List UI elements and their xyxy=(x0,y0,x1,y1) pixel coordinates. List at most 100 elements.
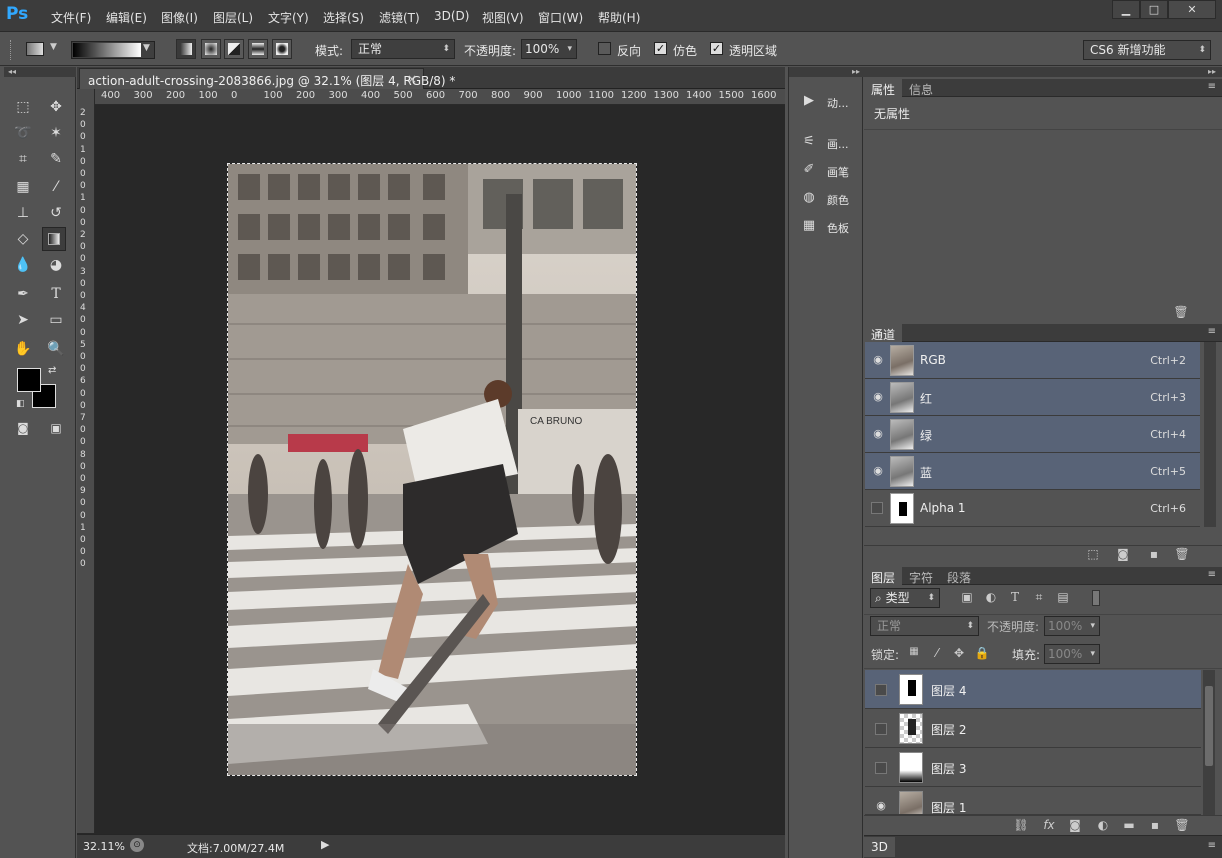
menu-help[interactable]: 帮助(H) xyxy=(598,9,640,26)
mode-select[interactable]: 正常 ⬍ xyxy=(351,39,455,59)
minimize-button[interactable]: ▁ xyxy=(1112,0,1140,19)
canvas-image[interactable]: CA BRUNO xyxy=(227,163,637,776)
layer-row[interactable]: 图层 2 xyxy=(865,709,1201,748)
pen-tool-icon[interactable]: ✒ xyxy=(11,282,35,306)
reverse-checkbox[interactable] xyxy=(598,42,611,55)
history-brush-tool-icon[interactable]: ↺ xyxy=(44,201,68,225)
panel-menu-icon[interactable]: ≡ xyxy=(1208,326,1216,337)
trash-icon[interactable]: 🗑 xyxy=(1172,305,1190,321)
menu-file[interactable]: 文件(F) xyxy=(51,9,91,26)
type-layer-filter-icon[interactable]: T xyxy=(1006,590,1024,606)
visibility-toggle[interactable] xyxy=(875,684,887,696)
new-channel-icon[interactable]: ▪ xyxy=(1145,547,1163,563)
toolbox-collapse-icon[interactable]: ◂◂ xyxy=(4,67,76,77)
tab-properties[interactable]: 属性 xyxy=(864,79,903,97)
visibility-toggle[interactable] xyxy=(875,762,887,774)
status-info-icon[interactable]: ⊙ xyxy=(130,838,144,852)
link-layers-icon[interactable]: ⛓ xyxy=(1012,818,1030,834)
tab-layers[interactable]: 图层 xyxy=(864,567,903,585)
channel-row[interactable]: ◉ 红 Ctrl+3 xyxy=(865,379,1200,416)
menu-select[interactable]: 选择(S) xyxy=(323,9,364,26)
quick-mask-icon[interactable]: ◙ xyxy=(11,416,35,440)
menu-image[interactable]: 图像(I) xyxy=(161,9,198,26)
radial-gradient-button[interactable] xyxy=(201,39,221,59)
channel-row[interactable]: Alpha 1 Ctrl+6 xyxy=(865,490,1200,527)
eye-icon[interactable]: ◉ xyxy=(870,427,886,441)
tab-paragraph[interactable]: 段落 xyxy=(940,567,978,585)
filter-toggle[interactable] xyxy=(1092,590,1100,606)
blend-mode-select[interactable]: 正常 ⬍ xyxy=(870,616,979,636)
gradient-tool-icon[interactable] xyxy=(42,227,66,251)
layer-style-icon[interactable]: fx xyxy=(1040,818,1058,834)
menu-view[interactable]: 视图(V) xyxy=(482,9,524,26)
lock-position-icon[interactable]: ✥ xyxy=(950,646,968,662)
panel-collapse-icon[interactable]: ▸▸ xyxy=(864,67,1222,77)
visibility-toggle[interactable] xyxy=(871,502,883,514)
blur-tool-icon[interactable]: 💧 xyxy=(11,253,35,277)
adjustment-layer-filter-icon[interactable]: ◐ xyxy=(982,590,1000,606)
lock-pixels-icon[interactable]: ⁄ xyxy=(928,646,946,662)
layer-row[interactable]: 图层 4 xyxy=(865,670,1201,709)
diamond-gradient-button[interactable] xyxy=(272,39,292,59)
actions-panel-button[interactable]: ▶ 动... xyxy=(795,90,861,114)
dodge-tool-icon[interactable]: ◕ xyxy=(44,253,68,277)
linear-gradient-button[interactable] xyxy=(176,39,196,59)
folder-icon[interactable]: ▬ xyxy=(1120,818,1138,834)
status-menu-arrow-icon[interactable]: ▶ xyxy=(321,838,329,851)
screen-mode-icon[interactable]: ▣ xyxy=(44,416,68,440)
rectangle-tool-icon[interactable]: ▭ xyxy=(44,308,68,332)
foreground-color-swatch[interactable] xyxy=(17,368,41,392)
opacity-field[interactable]: 100% ▾ xyxy=(521,39,577,59)
smart-object-filter-icon[interactable]: ▤ xyxy=(1054,590,1072,606)
lasso-tool-icon[interactable]: ➰ xyxy=(11,121,35,145)
move-tool-icon[interactable]: ✥ xyxy=(44,95,68,119)
menu-filter[interactable]: 滤镜(T) xyxy=(379,9,420,26)
shape-layer-filter-icon[interactable]: ⌗ xyxy=(1030,590,1048,606)
type-tool-icon[interactable]: T xyxy=(44,282,68,306)
brush-panel-button[interactable]: ✐ 画笔 xyxy=(795,159,861,183)
maximize-button[interactable]: □ xyxy=(1140,0,1168,19)
swatches-panel-button[interactable]: ▦ 色板 xyxy=(795,215,861,239)
eye-icon[interactable]: ◉ xyxy=(870,390,886,404)
eraser-tool-icon[interactable]: ◇ xyxy=(11,227,35,251)
document-tab[interactable]: action-adult-crossing-2083866.jpg @ 32.1… xyxy=(79,68,455,89)
reflected-gradient-button[interactable] xyxy=(248,39,268,59)
add-mask-icon[interactable]: ◙ xyxy=(1066,818,1084,834)
channels-scrollbar[interactable] xyxy=(1204,342,1216,527)
close-tab-icon[interactable]: × xyxy=(407,72,417,86)
panel-menu-icon[interactable]: ≡ xyxy=(1208,81,1216,92)
pixel-layer-filter-icon[interactable]: ▣ xyxy=(958,590,976,606)
healing-brush-tool-icon[interactable]: ▦ xyxy=(11,175,35,199)
channel-row[interactable]: ◉ 蓝 Ctrl+5 xyxy=(865,453,1200,490)
fill-field[interactable]: 100% ▾ xyxy=(1044,644,1100,664)
trash-icon[interactable]: 🗑 xyxy=(1173,818,1191,834)
channel-row[interactable]: ◉ 绿 Ctrl+4 xyxy=(865,416,1200,453)
layer-row[interactable]: 图层 3 xyxy=(865,748,1201,787)
adjustment-layer-icon[interactable]: ◐ xyxy=(1094,818,1112,834)
layer-filter-select[interactable]: ⌕ 类型 ⬍ xyxy=(870,588,940,608)
menu-type[interactable]: 文字(Y) xyxy=(268,9,309,26)
new-layer-icon[interactable]: ▪ xyxy=(1146,818,1164,834)
hand-tool-icon[interactable]: ✋ xyxy=(11,337,35,361)
dither-checkbox[interactable]: ✓ xyxy=(654,42,667,55)
trash-icon[interactable]: 🗑 xyxy=(1173,547,1191,563)
brush-presets-panel-button[interactable]: ⚟ 画... xyxy=(795,131,861,155)
tab-info[interactable]: 信息 xyxy=(902,79,940,97)
default-colors-icon[interactable]: ◧ xyxy=(16,399,25,409)
strip-collapse-icon[interactable]: ▸▸ xyxy=(789,67,864,77)
visibility-toggle[interactable] xyxy=(875,723,887,735)
menu-3d[interactable]: 3D(D) xyxy=(434,9,469,23)
eye-icon[interactable]: ◉ xyxy=(873,799,889,813)
close-button[interactable]: ✕ xyxy=(1168,0,1216,19)
menu-window[interactable]: 窗口(W) xyxy=(538,9,583,26)
clone-stamp-tool-icon[interactable]: ⊥ xyxy=(11,201,35,225)
workspace-select[interactable]: CS6 新增功能 ⬍ xyxy=(1083,40,1211,60)
vertical-ruler[interactable]: 20010001002003004005006007008009001000 xyxy=(77,89,95,833)
path-selection-tool-icon[interactable]: ➤ xyxy=(11,308,35,332)
panel-menu-icon[interactable]: ≡ xyxy=(1208,840,1216,851)
magic-wand-tool-icon[interactable]: ✶ xyxy=(44,121,68,145)
marquee-tool-icon[interactable]: ⬚ xyxy=(11,95,35,119)
layers-scrollbar[interactable] xyxy=(1203,670,1215,815)
menu-edit[interactable]: 编辑(E) xyxy=(106,9,147,26)
layer-opacity-field[interactable]: 100% ▾ xyxy=(1044,616,1100,636)
